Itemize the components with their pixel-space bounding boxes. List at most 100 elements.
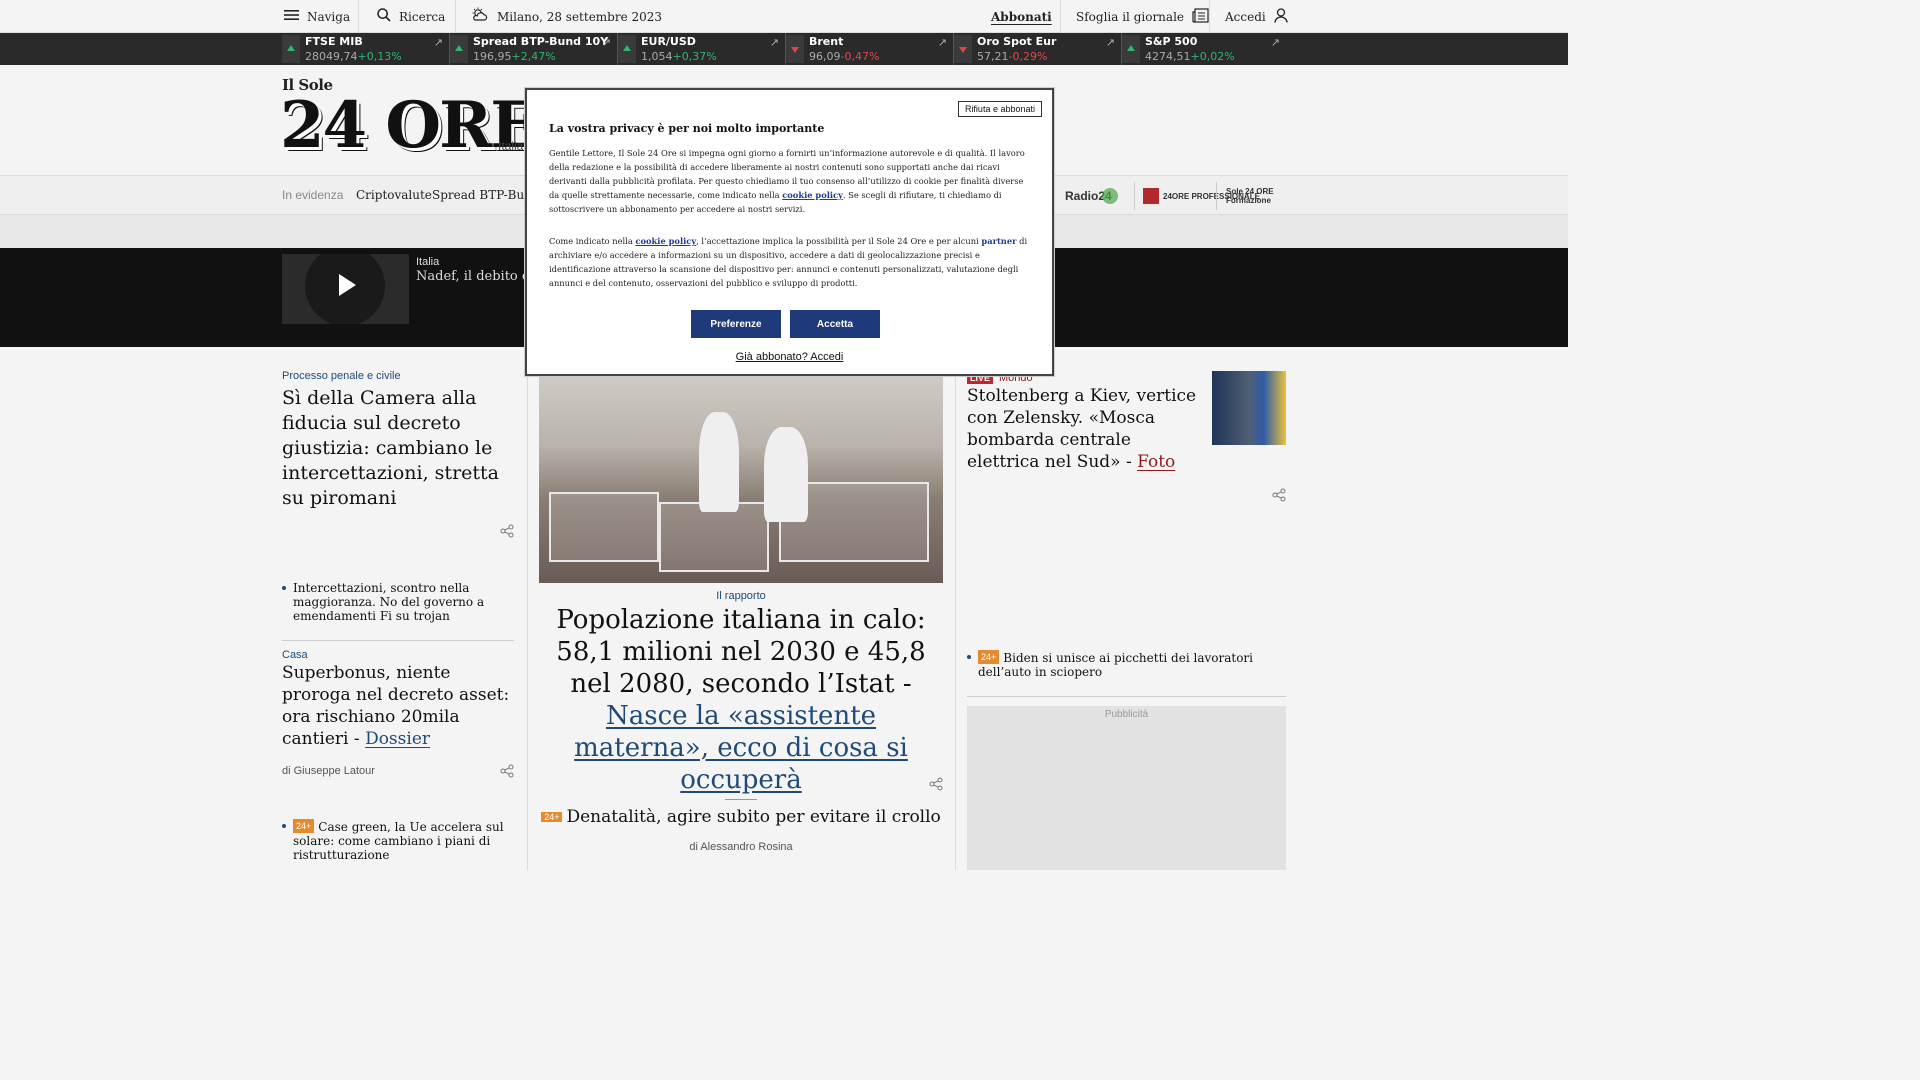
divider: [1209, 0, 1210, 33]
evidenza-link[interactable]: Criptovalute: [356, 188, 432, 202]
photo-link[interactable]: Foto: [1137, 452, 1175, 472]
article-photo[interactable]: [539, 372, 943, 583]
related-article[interactable]: 24+ Biden si unisce ai picchetti dei lavo…: [967, 650, 1267, 679]
external-link-icon[interactable]: ↗: [434, 36, 443, 49]
external-link-icon[interactable]: ↗: [1271, 36, 1280, 49]
ticker-change: -0,47%: [840, 50, 880, 63]
ticker-item[interactable]: S&P 500 4274,51+0,02% ↗: [1122, 33, 1286, 65]
divider: [455, 0, 456, 33]
related-title: Case green, la Ue accelera sul solare: c…: [293, 820, 504, 862]
ticker-name: S&P 500: [1145, 35, 1198, 48]
article-headline[interactable]: Superbonus, niente proroga nel decreto a…: [282, 662, 514, 750]
radio24-logo[interactable]: Radio24: [1065, 184, 1118, 208]
dossier-link[interactable]: Dossier: [365, 729, 430, 749]
nurse-shape: [764, 427, 808, 522]
cookie-policy-link[interactable]: cookie policy: [635, 236, 696, 246]
privacy-modal: Rifiuta e abbonati La vostra privacy è p…: [525, 88, 1054, 376]
evidenza-link[interactable]: Spread BTP-Bund: [432, 188, 540, 202]
ticker-name: Brent: [809, 35, 844, 48]
ticker-item[interactable]: Brent 96,09-0,47% ↗: [786, 33, 954, 65]
article-byline[interactable]: di Alessandro Rosina: [539, 841, 943, 853]
radio24-circle-icon: [1101, 188, 1118, 204]
ticker-value-row: 57,21-0,29%: [977, 50, 1047, 63]
formazione-logo[interactable]: Sole 24 ORE Formazione: [1226, 184, 1286, 208]
ticker-value: 4274,51: [1145, 50, 1191, 63]
newspaper-label: Sfoglia il giornale: [1076, 9, 1185, 24]
ticker-value-row: 1,054+0,37%: [641, 50, 717, 63]
user-icon: [1274, 7, 1288, 26]
article-kicker[interactable]: Il rapporto: [539, 590, 943, 602]
share-icon[interactable]: [929, 777, 943, 795]
related-article[interactable]: Intercettazioni, scontro nella maggioran…: [282, 581, 504, 623]
external-link-icon[interactable]: ↗: [770, 36, 779, 49]
article-thumbnail[interactable]: [1212, 371, 1286, 445]
premium-badge: 24+: [293, 819, 315, 833]
ticker-change: +0,13%: [357, 50, 402, 63]
crib-shape: [659, 502, 769, 572]
article-kicker[interactable]: Processo penale e civile: [282, 370, 514, 382]
ticker-value: 28049,74: [305, 50, 358, 63]
article-headline[interactable]: Stoltenberg a Kiev, vertice con Zelensky…: [967, 385, 1203, 473]
ad-slot[interactable]: Pubblicità: [967, 706, 1286, 870]
ad-label: Pubblicità: [1104, 709, 1149, 720]
video-category[interactable]: Italia: [416, 256, 439, 268]
modal-text: Come indicato nella: [549, 236, 636, 246]
arrow-down-icon: [954, 35, 972, 63]
external-link-icon[interactable]: ↗: [602, 36, 611, 49]
nurse-shape: [699, 412, 739, 512]
external-link-icon[interactable]: ↗: [1106, 36, 1115, 49]
market-ticker: FTSE MIB 28049,74+0,13% ↗ Spread BTP-Bun…: [0, 33, 1568, 65]
reject-and-subscribe-button[interactable]: Rifiuta e abbonati: [957, 101, 1042, 117]
play-icon[interactable]: [305, 254, 385, 324]
headline-link[interactable]: Nasce la «assistente materna», ecco di c…: [574, 701, 908, 795]
evidenza-label: In evidenza: [282, 188, 344, 202]
article-kicker[interactable]: Casa: [282, 649, 308, 661]
ticker-change: +2,47%: [511, 50, 556, 63]
login-link[interactable]: Accedi: [1225, 0, 1288, 33]
ticker-item[interactable]: Spread BTP-Bund 10Y 196,95+2,47% ↗: [450, 33, 618, 65]
modal-text: , l’accettazione implica la possibilità …: [696, 236, 982, 246]
already-subscribed-link[interactable]: Già abbonato? Accedi: [527, 351, 1052, 363]
preferences-button[interactable]: Preferenze: [691, 310, 781, 338]
main-headline[interactable]: Popolazione italiana in calo: 58,1 milio…: [539, 604, 943, 796]
share-icon[interactable]: [500, 524, 514, 542]
video-thumbnail[interactable]: [282, 254, 409, 324]
search-button[interactable]: Ricerca: [377, 0, 445, 33]
share-icon[interactable]: [500, 764, 514, 782]
article-headline[interactable]: Sì della Camera alla fiducia sul decreto…: [282, 386, 510, 511]
external-link-icon[interactable]: ↗: [938, 36, 947, 49]
arrow-up-icon: [282, 35, 300, 63]
subscribe-link[interactable]: Abbonati: [991, 0, 1052, 33]
ticker-value-row: 28049,74+0,13%: [305, 50, 402, 63]
menu-label: Naviga: [307, 9, 351, 24]
hamburger-icon: [284, 9, 299, 24]
ticker-change: +0,37%: [672, 50, 717, 63]
left-column: Processo penale e civile Sì della Camera…: [282, 370, 514, 862]
ticker-item[interactable]: FTSE MIB 28049,74+0,13% ↗: [282, 33, 450, 65]
section-label[interactable]: Italia: [498, 139, 523, 153]
search-icon: [377, 8, 391, 25]
related-article[interactable]: 24+ Case green, la Ue accelera sul solare…: [282, 819, 504, 862]
divider: [725, 799, 757, 800]
arrow-down-icon: [786, 35, 804, 63]
related-headline[interactable]: 24+ Denatalità, agire subito per evitare …: [539, 807, 943, 827]
search-label: Ricerca: [399, 9, 446, 24]
ticker-name: EUR/USD: [641, 35, 696, 48]
column-divider: [955, 360, 956, 870]
modal-title: La vostra privacy è per noi molto import…: [549, 122, 825, 135]
ticker-value: 57,21: [977, 50, 1009, 63]
ticker-value: 96,09: [809, 50, 841, 63]
ticker-item[interactable]: Oro Spot Eur 57,21-0,29% ↗: [954, 33, 1122, 65]
newspaper-link[interactable]: Sfoglia il giornale: [1076, 0, 1209, 33]
partner-link[interactable]: partner: [981, 236, 1016, 246]
ticker-name: Spread BTP-Bund 10Y: [473, 35, 609, 48]
weather-widget[interactable]: Milano, 28 settembre 2023: [471, 0, 662, 33]
ticker-item[interactable]: EUR/USD 1,054+0,37% ↗: [618, 33, 786, 65]
related-title: Denatalità, agire subito per evitare il …: [566, 807, 941, 827]
share-icon[interactable]: [1272, 488, 1286, 506]
cookie-policy-link[interactable]: cookie policy: [782, 190, 843, 200]
accept-button[interactable]: Accetta: [790, 310, 880, 338]
menu-button[interactable]: Naviga: [284, 0, 350, 33]
modal-paragraph: Come indicato nella cookie policy, l’acc…: [549, 234, 1031, 290]
article-byline[interactable]: di Giuseppe Latour: [282, 765, 375, 777]
